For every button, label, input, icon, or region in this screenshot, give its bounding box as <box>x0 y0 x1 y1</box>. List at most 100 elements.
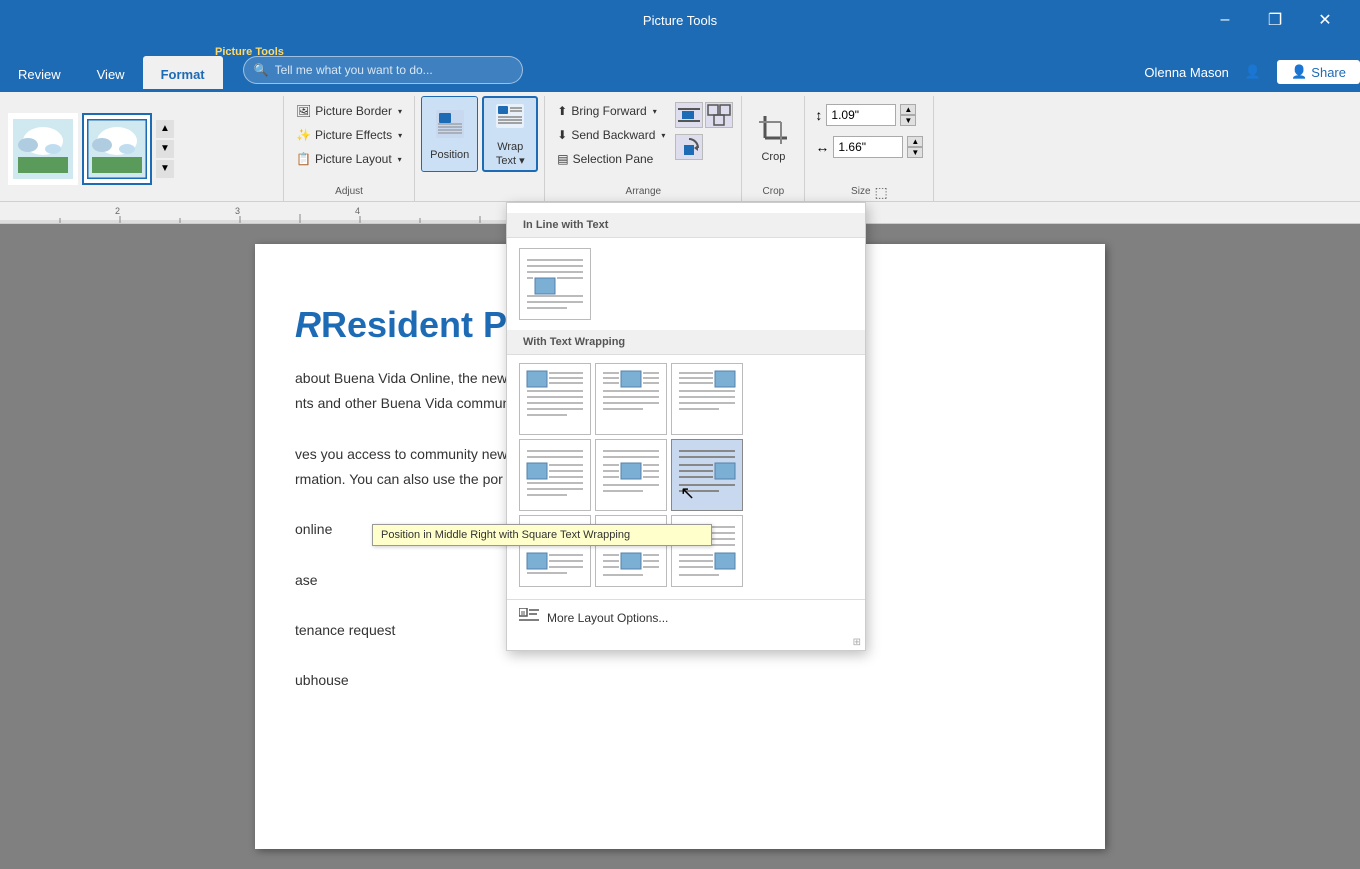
width-input[interactable] <box>833 136 903 158</box>
bring-forward-icon: ⬆ <box>557 104 567 118</box>
wrap-text-button[interactable]: WrapText ▾ <box>482 96 538 172</box>
arrange-group-content: ⬆ Bring Forward ▾ ⬇ Send Backward ▾ ▤ Se… <box>551 96 735 184</box>
rotate-button[interactable] <box>675 134 703 160</box>
height-input-row: ↕ ▲ ▼ <box>815 104 923 126</box>
wrap-text-icon <box>494 100 526 139</box>
tab-format[interactable]: Format <box>143 56 223 92</box>
wrapping-layout-grid: ↖ Position in Middle Right with Square T… <box>507 355 865 599</box>
align-button[interactable] <box>675 102 703 128</box>
user-icon: 👤 <box>1245 64 1261 80</box>
width-down-btn[interactable]: ▼ <box>907 147 923 158</box>
title-prefix: R <box>295 304 321 345</box>
user-area: Olenna Mason 👤 👤 Share <box>1144 60 1360 84</box>
user-name: Olenna Mason <box>1144 65 1229 80</box>
ribbon-group-arrange: ⬆ Bring Forward ▾ ⬇ Send Backward ▾ ▤ Se… <box>545 96 742 201</box>
tooltip: Position in Middle Right with Square Tex… <box>372 524 712 546</box>
title-bar: Picture Tools – ❐ ✕ <box>0 0 1360 40</box>
app-title: Picture Tools <box>643 13 717 28</box>
position-dropdown-arrow <box>422 172 478 176</box>
restore-button[interactable]: ❐ <box>1252 5 1298 35</box>
inline-layout-grid <box>507 238 865 330</box>
height-input[interactable] <box>826 104 896 126</box>
picture-layout-icon: 📋 <box>296 152 311 166</box>
adjust-buttons-col: 🖼 Picture Border ▾ ✨ Picture Effects ▾ 📋… <box>290 100 408 170</box>
share-button[interactable]: 👤 Share <box>1277 60 1360 84</box>
send-backward-chevron: ▾ <box>661 131 665 140</box>
crop-button[interactable]: Crop <box>748 100 798 176</box>
height-icon: ↕ <box>815 107 822 123</box>
search-box[interactable]: 🔍 <box>243 56 523 84</box>
image-thumb-2[interactable] <box>82 113 152 185</box>
image-gallery-strip: ▲ ▼ ▼ <box>4 96 284 201</box>
more-layout-options-button[interactable]: More Layout Options... <box>507 599 865 635</box>
layout-row-1 <box>519 363 853 435</box>
share-icon: 👤 <box>1291 64 1307 80</box>
position-wrap-group: Position WrapText ▾ <box>415 96 545 201</box>
adjust-group-label: Adjust <box>335 184 363 201</box>
svg-text:3: 3 <box>235 206 240 216</box>
ribbon: ▲ ▼ ▼ 🖼 Picture Border ▾ ✨ Picture Effec… <box>0 92 1360 202</box>
ribbon-tabs-row: Picture Tools Review View Format 🔍 Olenn… <box>0 40 1360 92</box>
search-icon: 🔍 <box>254 63 269 77</box>
size-group-label: Size <box>851 184 870 201</box>
send-backward-icon: ⬇ <box>557 128 567 142</box>
layout-item-inline[interactable] <box>519 248 591 320</box>
size-inputs: ↕ ▲ ▼ ↔ ▲ ▼ <box>811 100 927 166</box>
selection-pane-button[interactable]: ▤ Selection Pane <box>551 148 671 170</box>
layout-item-midcenter[interactable] <box>595 439 667 511</box>
bring-forward-button[interactable]: ⬆ Bring Forward ▾ <box>551 100 671 122</box>
layout-item-topright[interactable] <box>671 363 743 435</box>
width-input-row: ↔ ▲ ▼ <box>815 136 923 158</box>
crop-icon <box>757 114 789 149</box>
position-dropdown-panel: In Line with Text With Text Wrapping <box>506 202 866 651</box>
width-up-btn[interactable]: ▲ <box>907 136 923 147</box>
picture-layout-button[interactable]: 📋 Picture Layout ▾ <box>290 148 408 170</box>
window-controls: – ❐ ✕ <box>1202 5 1348 35</box>
arrange-group-label: Arrange <box>626 184 662 201</box>
width-icon: ↔ <box>815 139 829 155</box>
minimize-button[interactable]: – <box>1202 5 1248 35</box>
group-button[interactable] <box>705 102 733 128</box>
more-options-icon <box>519 608 539 627</box>
height-down-btn[interactable]: ▼ <box>900 115 916 126</box>
height-up-btn[interactable]: ▲ <box>900 104 916 115</box>
picture-layout-chevron: ▾ <box>398 155 402 164</box>
picture-effects-chevron: ▾ <box>398 131 402 140</box>
size-group-footer: Size ⬚ <box>851 184 888 201</box>
send-backward-button[interactable]: ⬇ Send Backward ▾ <box>551 124 671 146</box>
layout-item-topcenter[interactable] <box>595 363 667 435</box>
strip-down-arrow[interactable]: ▼ <box>156 140 174 158</box>
strip-up-arrow[interactable]: ▲ <box>156 120 174 138</box>
dropdown-resize-handle[interactable]: ⊞ <box>507 635 865 650</box>
ribbon-group-crop: Crop Crop <box>742 96 805 201</box>
strip-more-arrow[interactable]: ▼ <box>156 160 174 178</box>
tab-view[interactable]: View <box>79 56 143 92</box>
svg-text:4: 4 <box>355 206 360 216</box>
width-spinner: ▲ ▼ <box>907 136 923 158</box>
tab-review[interactable]: Review <box>0 56 79 92</box>
picture-border-icon: 🖼 <box>296 104 311 118</box>
arrange-col: ⬆ Bring Forward ▾ ⬇ Send Backward ▾ ▤ Se… <box>551 100 671 170</box>
close-button[interactable]: ✕ <box>1302 5 1348 35</box>
picture-border-chevron: ▾ <box>398 107 402 116</box>
picture-border-button[interactable]: 🖼 Picture Border ▾ <box>290 100 408 122</box>
layout-item-topleft[interactable] <box>519 363 591 435</box>
inline-section-header: In Line with Text <box>507 213 865 238</box>
ribbon-group-size: ↕ ▲ ▼ ↔ ▲ ▼ Size ⬚ <box>805 96 934 201</box>
image-thumb-1[interactable] <box>8 113 78 185</box>
wrap-text-label: WrapText ▾ <box>496 141 525 167</box>
svg-text:2: 2 <box>115 206 120 216</box>
selection-pane-icon: ▤ <box>557 152 568 166</box>
picture-tools-label: Picture Tools <box>215 46 284 58</box>
layout-row-2: ↖ Position in Middle Right with Square T… <box>519 439 853 511</box>
adjust-group-content: 🖼 Picture Border ▾ ✨ Picture Effects ▾ 📋… <box>290 96 408 184</box>
size-expand-icon[interactable]: ⬚ <box>875 184 888 201</box>
picture-effects-button[interactable]: ✨ Picture Effects ▾ <box>290 124 408 146</box>
position-button[interactable]: Position <box>421 96 478 172</box>
picture-effects-icon: ✨ <box>296 128 311 142</box>
layout-item-midleft[interactable] <box>519 439 591 511</box>
layout-item-midright[interactable]: ↖ Position in Middle Right with Square T… <box>671 439 743 511</box>
crop-group-label: Crop <box>763 184 785 201</box>
search-input[interactable] <box>275 63 495 77</box>
arrange-col-2 <box>673 100 735 162</box>
